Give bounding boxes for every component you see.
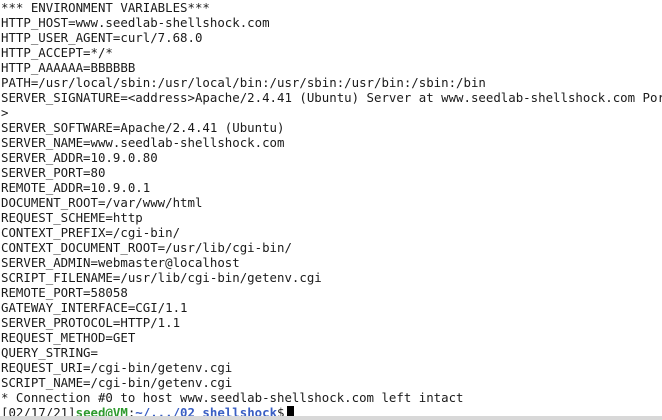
- output-line: SERVER_SIGNATURE=<address>Apache/2.4.41 …: [1, 90, 662, 105]
- output-line: SERVER_SOFTWARE=Apache/2.4.41 (Ubuntu): [1, 120, 285, 135]
- output-line: SERVER_PROTOCOL=HTTP/1.1: [1, 315, 181, 330]
- output-line: REQUEST_URI=/cgi-bin/getenv.cgi: [1, 360, 233, 375]
- output-line: REQUEST_METHOD=GET: [1, 330, 136, 345]
- output-line: >: [1, 105, 9, 120]
- output-line: REMOTE_PORT=58058: [1, 285, 128, 300]
- output-line: SERVER_ADDR=10.9.0.80: [1, 150, 158, 165]
- output-line: GATEWAY_INTERFACE=CGI/1.1: [1, 300, 188, 315]
- output-line: QUERY_STRING=: [1, 345, 98, 360]
- output-line: SERVER_ADMIN=webmaster@localhost: [1, 255, 240, 270]
- output-line: CONTEXT_DOCUMENT_ROOT=/usr/lib/cgi-bin/: [1, 240, 292, 255]
- output-line: * Connection #0 to host www.seedlab-shel…: [1, 390, 464, 405]
- window-bottom-edge: [0, 416, 662, 420]
- output-line: SCRIPT_FILENAME=/usr/lib/cgi-bin/getenv.…: [1, 270, 322, 285]
- output-line: HTTP_HOST=www.seedlab-shellshock.com: [1, 15, 270, 30]
- output-line: SCRIPT_NAME=/cgi-bin/getenv.cgi: [1, 375, 233, 390]
- output-line: *** ENVIRONMENT VARIABLES***: [1, 0, 210, 15]
- output-line: PATH=/usr/local/sbin:/usr/local/bin:/usr…: [1, 75, 486, 90]
- output-line: HTTP_AAAAAA=BBBBBB: [1, 60, 136, 75]
- output-line: REMOTE_ADDR=10.9.0.1: [1, 180, 151, 195]
- output-line: SERVER_PORT=80: [1, 165, 106, 180]
- terminal-output: *** ENVIRONMENT VARIABLES*** HTTP_HOST=w…: [1, 0, 662, 420]
- output-line: DOCUMENT_ROOT=/var/www/html: [1, 195, 203, 210]
- output-line: HTTP_ACCEPT=*/*: [1, 45, 113, 60]
- output-line: CONTEXT_PREFIX=/cgi-bin/: [1, 225, 181, 240]
- output-line: REQUEST_SCHEME=http: [1, 210, 143, 225]
- output-line: HTTP_USER_AGENT=curl/7.68.0: [1, 30, 203, 45]
- output-line: SERVER_NAME=www.seedlab-shellshock.com: [1, 135, 285, 150]
- terminal-window[interactable]: *** ENVIRONMENT VARIABLES*** HTTP_HOST=w…: [0, 0, 662, 420]
